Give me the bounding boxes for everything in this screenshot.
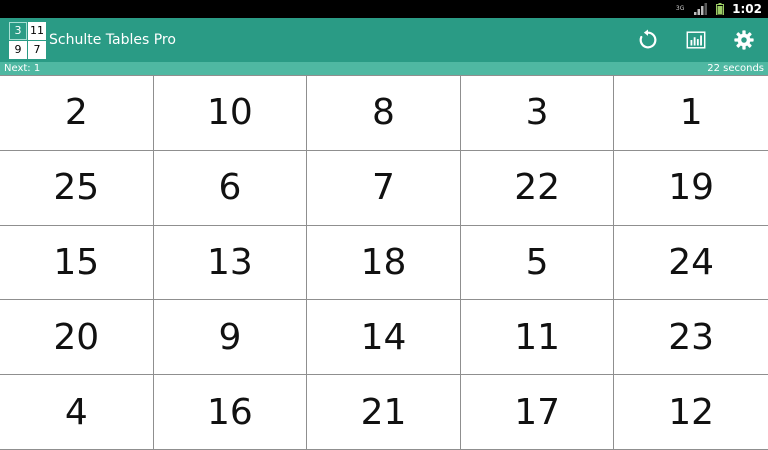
app-logo: 3 11 9 7 — [9, 21, 46, 59]
statistics-button[interactable] — [672, 18, 720, 62]
grid-cell[interactable]: 22 — [460, 150, 615, 226]
grid-cell[interactable]: 20 — [0, 300, 154, 376]
restart-button[interactable] — [624, 18, 672, 62]
grid-cell[interactable]: 18 — [307, 225, 461, 301]
logo-cell: 3 — [9, 21, 27, 40]
grid-cell[interactable]: 23 — [614, 300, 768, 376]
bar-chart-icon — [686, 31, 706, 49]
grid-cell[interactable]: 3 — [460, 76, 615, 151]
grid-cell[interactable]: 8 — [307, 76, 461, 151]
next-number-label: Next: 1 — [4, 63, 41, 74]
grid-cell[interactable]: 11 — [460, 300, 615, 376]
grid-cell[interactable]: 1 — [614, 76, 768, 151]
grid-cell[interactable]: 10 — [153, 76, 308, 151]
grid-cell[interactable]: 17 — [460, 375, 615, 450]
signal-strength-icon — [694, 3, 708, 15]
grid-cell[interactable]: 6 — [153, 150, 308, 226]
app-title: Schulte Tables Pro — [49, 32, 176, 48]
network-label: 3G — [675, 5, 685, 12]
grid-cell[interactable]: 2 — [0, 76, 154, 151]
status-bar: 3G 1:02 — [0, 0, 768, 18]
grid-cell[interactable]: 12 — [614, 375, 768, 450]
settings-button[interactable] — [720, 18, 768, 62]
clock-time: 1:02 — [732, 2, 762, 16]
logo-cell: 7 — [28, 40, 46, 59]
grid-cell[interactable]: 5 — [460, 225, 615, 301]
grid-cell[interactable]: 25 — [0, 150, 154, 226]
app-bar: 3 11 9 7 Schulte Tables Pro — [0, 18, 768, 62]
logo-cell: 9 — [9, 40, 27, 59]
refresh-icon — [639, 29, 657, 49]
schulte-grid: 2 10 8 3 1 25 6 7 22 19 15 13 18 5 24 20 9 14 11 23 4 16 21 17 1… — [0, 75, 768, 450]
grid-cell[interactable]: 16 — [153, 375, 308, 450]
grid-cell[interactable]: 24 — [614, 225, 768, 301]
grid-cell[interactable]: 13 — [153, 225, 308, 301]
logo-cell: 11 — [28, 21, 46, 40]
game-info-bar: Next: 1 22 seconds — [0, 62, 768, 75]
grid-cell[interactable]: 7 — [307, 150, 461, 226]
grid-cell[interactable]: 4 — [0, 375, 154, 450]
battery-icon — [716, 3, 725, 15]
elapsed-time-label: 22 seconds — [707, 63, 764, 74]
grid-cell[interactable]: 15 — [0, 225, 154, 301]
gear-icon — [734, 30, 754, 50]
grid-cell[interactable]: 19 — [614, 150, 768, 226]
grid-cell[interactable]: 9 — [153, 300, 308, 376]
app-bar-actions — [624, 18, 768, 62]
network-type-icon: 3G — [674, 3, 686, 15]
grid-cell[interactable]: 21 — [307, 375, 461, 450]
grid-cell[interactable]: 14 — [307, 300, 461, 376]
